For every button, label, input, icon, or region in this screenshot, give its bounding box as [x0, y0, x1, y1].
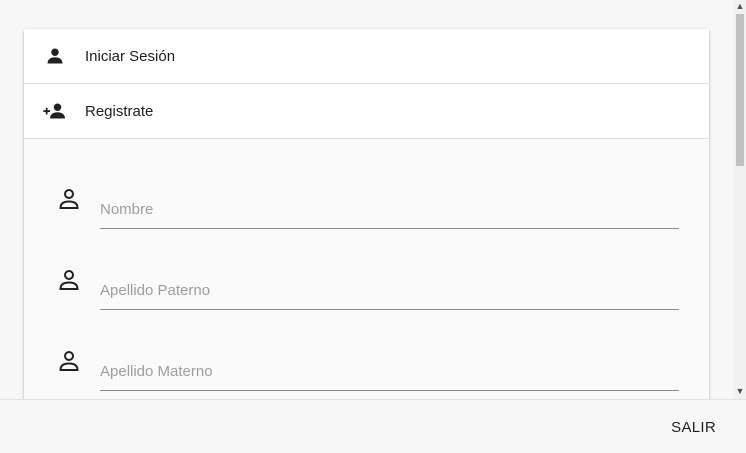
person-icon [42, 44, 68, 68]
apellido-materno-underline [100, 390, 679, 391]
tab-register-label: Registrate [85, 102, 154, 120]
nombre-input[interactable] [100, 197, 679, 221]
auth-card: Iniciar Sesión Registrate [24, 29, 709, 399]
dialog-page: Iniciar Sesión Registrate Nombre Apellid… [0, 0, 746, 453]
person-outline-icon [57, 187, 81, 211]
tab-register[interactable]: Registrate [24, 84, 709, 139]
apellido-paterno-field [24, 268, 709, 328]
scroll-area[interactable]: Iniciar Sesión Registrate [0, 0, 734, 399]
scroll-up-icon[interactable]: ▲ [734, 0, 746, 12]
apellido-materno-input[interactable] [100, 359, 679, 383]
person-outline-icon [57, 349, 81, 373]
person-add-icon [42, 99, 68, 123]
tab-login[interactable]: Iniciar Sesión [24, 29, 709, 84]
apellido-paterno-underline [100, 309, 679, 310]
vertical-scrollbar[interactable]: ▲ ▼ [734, 0, 746, 399]
scrollbar-thumb[interactable] [736, 14, 744, 166]
dialog-footer: SALIR [0, 399, 746, 453]
exit-button[interactable]: SALIR [663, 409, 724, 445]
scroll-down-icon[interactable]: ▼ [734, 385, 746, 397]
tab-login-label: Iniciar Sesión [85, 47, 176, 65]
nombre-underline [100, 228, 679, 229]
apellido-materno-field [24, 349, 709, 399]
nombre-field [24, 187, 709, 247]
apellido-paterno-input[interactable] [100, 278, 679, 302]
person-outline-icon [57, 268, 81, 292]
